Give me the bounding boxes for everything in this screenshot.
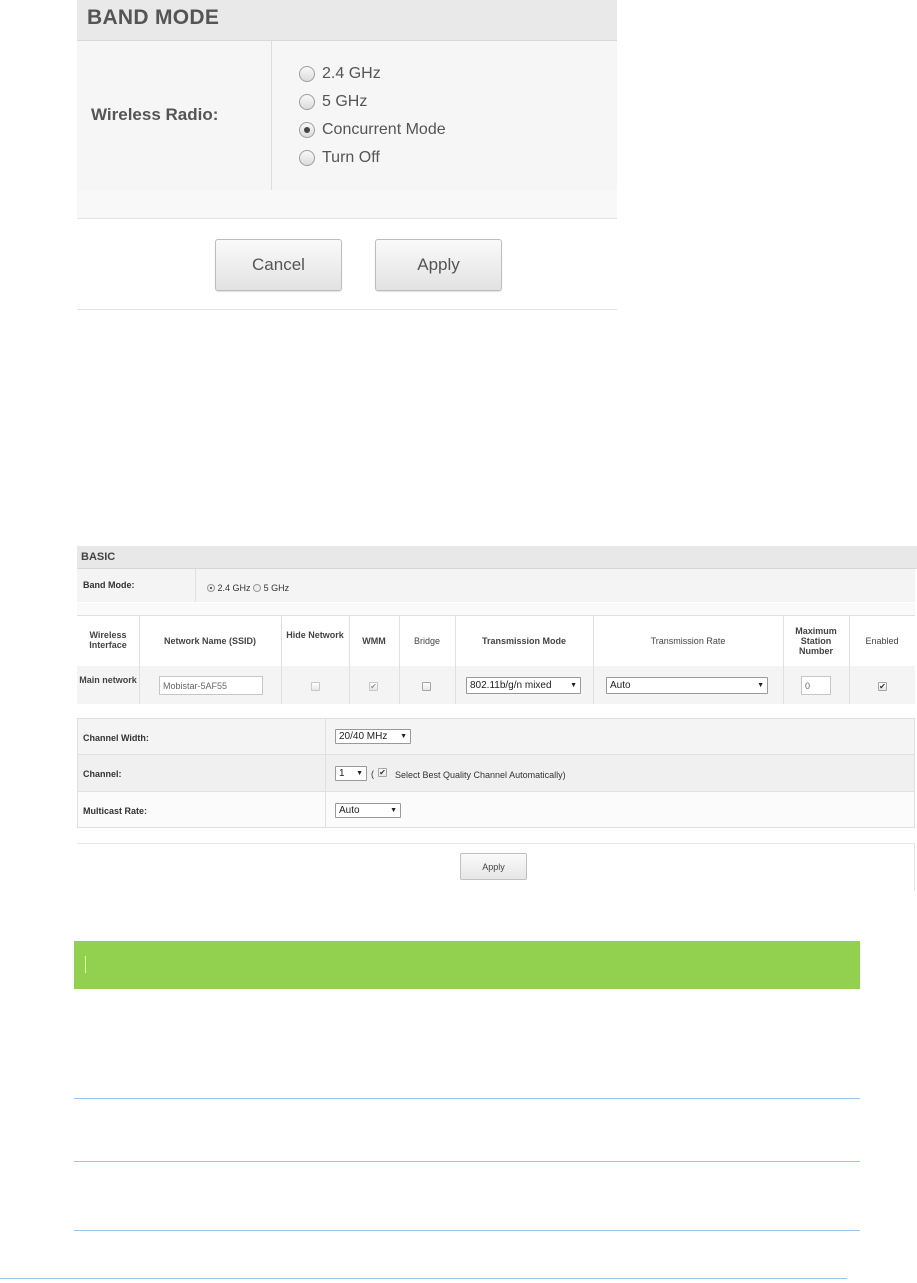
apply-button[interactable]: Apply [375, 239, 502, 291]
channel-value: 1 [339, 768, 345, 779]
spacer-row [77, 603, 915, 615]
radio-basic-2-4-ghz[interactable] [207, 584, 215, 592]
col-line [281, 666, 282, 704]
band-mode-row [77, 569, 915, 602]
col-header-bridge: Bridge [413, 636, 440, 646]
channel-select[interactable]: 1 ▼ [335, 766, 367, 781]
label-divider [271, 41, 272, 190]
chevron-down-icon: ▼ [757, 682, 764, 689]
label-value-divider [325, 718, 326, 828]
channel-width-value: 20/40 MHz [339, 731, 388, 742]
col-line [783, 666, 784, 704]
table-row-rule [74, 1161, 860, 1162]
chevron-down-icon: ▼ [400, 733, 407, 740]
radio-concurrent-mode-label: Concurrent Mode [322, 121, 446, 138]
col-line [849, 666, 850, 704]
auto-channel-label: Select Best Quality Channel Automaticall… [395, 770, 566, 780]
channel-width-select[interactable]: 20/40 MHz ▼ [335, 729, 411, 744]
chevron-down-icon: ▼ [570, 682, 577, 689]
auto-channel-checkbox[interactable]: ✔ [378, 768, 387, 777]
band-mode-button-bar: Cancel Apply [77, 219, 617, 310]
cancel-button[interactable]: Cancel [215, 239, 342, 291]
col-line [399, 666, 400, 704]
band-mode-body: Wireless Radio: 2.4 GHz 5 GHz Concurrent… [77, 41, 617, 190]
ssid-input[interactable]: Mobistar-5AF55 [159, 676, 263, 695]
radio-5-ghz[interactable] [299, 94, 315, 110]
table-top-border [77, 615, 915, 616]
col-header-transmission-mode: Transmission Mode [481, 636, 567, 646]
bridge-checkbox[interactable] [422, 682, 431, 691]
row-interface-main-network: Main network [79, 675, 137, 685]
band-mode-label: Band Mode: [83, 580, 135, 590]
basic-apply-button[interactable]: Apply [460, 853, 527, 880]
col-header-interface: Wireless Interface [89, 630, 127, 650]
transmission-mode-value: 802.11b/g/n mixed [470, 680, 552, 691]
band-mode-header: BAND MODE [77, 0, 617, 41]
radio-2-4-ghz[interactable] [299, 66, 315, 82]
band-mode-title: BAND MODE [87, 6, 220, 29]
radio-basic-5-ghz[interactable] [253, 584, 262, 592]
channel-width-row [78, 719, 914, 754]
col-line [455, 666, 456, 704]
col-line [593, 666, 594, 704]
page-footer-rule [0, 1278, 847, 1279]
table-row-rule [74, 1230, 860, 1231]
col-header-hide-network: Hide Network [286, 630, 344, 640]
col-line [139, 666, 140, 704]
chevron-down-icon: ▼ [390, 807, 397, 814]
channel-label: Channel: [83, 769, 122, 779]
enabled-checkbox[interactable]: ✔ [878, 682, 887, 691]
radio-turn-off-label: Turn Off [322, 149, 380, 166]
radio-turn-off[interactable] [299, 150, 315, 166]
basic-title: BASIC [81, 551, 116, 563]
band-mode-panel: BAND MODE Wireless Radio: 2.4 GHz 5 GHz … [77, 0, 617, 310]
header-text-cursor [85, 956, 86, 973]
chevron-down-icon: ▼ [356, 770, 363, 777]
row-divider [195, 569, 196, 602]
col-header-max-station: Maximum Station Number [795, 626, 837, 656]
basic-settings-panel: BASIC Band Mode: 2.4 GHz 5 GHz Wireless … [77, 546, 917, 891]
auto-channel-open-paren: ( [371, 769, 374, 779]
radio-2-4-ghz-label: 2.4 GHz [322, 65, 381, 82]
multicast-rate-value: Auto [339, 805, 360, 816]
multicast-rate-label: Multicast Rate: [83, 806, 148, 816]
multicast-rate-select[interactable]: Auto ▼ [335, 803, 401, 818]
radio-option-turn-off[interactable]: Turn Off [299, 145, 380, 171]
row-divider [77, 791, 915, 792]
green-header-bar [74, 941, 860, 989]
radio-option-2-4-ghz[interactable]: 2.4 GHz [299, 61, 381, 87]
wireless-radio-label: Wireless Radio: [91, 105, 219, 124]
basic-header: BASIC [77, 546, 917, 569]
wmm-checkbox[interactable]: ✔ [369, 682, 378, 691]
col-line [349, 666, 350, 704]
transmission-rate-select[interactable]: Auto ▼ [606, 677, 768, 694]
band-mode-radios: 2.4 GHz 5 GHz [207, 583, 289, 593]
radio-basic-5-ghz-label: 5 GHz [263, 583, 290, 593]
radio-5-ghz-label: 5 GHz [322, 93, 368, 110]
radio-basic-2-4-ghz-label: 2.4 GHz [217, 583, 251, 593]
transmission-mode-select[interactable]: 802.11b/g/n mixed ▼ [466, 677, 581, 694]
col-header-wmm: WMM [362, 636, 386, 646]
hide-network-checkbox[interactable] [311, 682, 320, 691]
band-mode-spacer-row [77, 190, 617, 219]
radio-option-5-ghz[interactable]: 5 GHz [299, 89, 367, 115]
col-header-ssid: Network Name (SSID) [163, 636, 257, 646]
max-station-input[interactable]: 0 [801, 676, 831, 695]
radio-concurrent-mode[interactable] [299, 122, 315, 138]
col-header-transmission-rate: Transmission Rate [650, 636, 726, 646]
col-header-enabled: Enabled [865, 636, 899, 646]
table-row-rule [74, 1098, 860, 1099]
transmission-rate-value: Auto [610, 680, 631, 691]
row-divider [77, 754, 915, 755]
channel-width-label: Channel Width: [83, 733, 149, 743]
radio-option-concurrent-mode[interactable]: Concurrent Mode [299, 117, 446, 143]
